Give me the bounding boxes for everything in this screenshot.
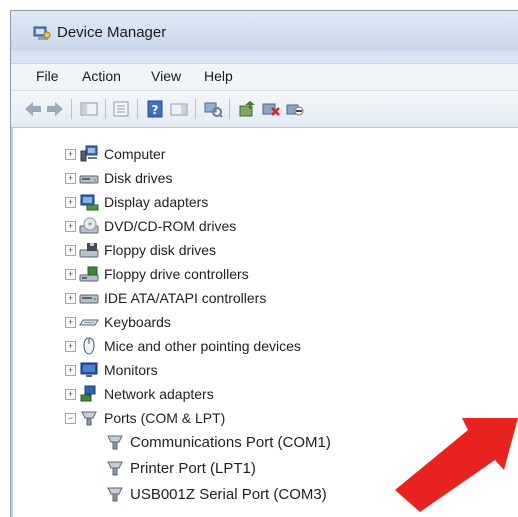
expand-toggle[interactable]: + xyxy=(65,388,76,400)
update-driver-icon[interactable] xyxy=(237,100,257,118)
tree-node-keyboards[interactable]: + Keyboards xyxy=(65,310,171,334)
title-bar[interactable]: Device Manager xyxy=(11,11,518,51)
tree-node-mice[interactable]: + Mice and other pointing devices xyxy=(65,334,301,358)
port-icon xyxy=(107,435,123,450)
tree-label: Floppy disk drives xyxy=(104,242,217,258)
window-title: Device Manager xyxy=(57,24,167,41)
device-manager-window: Device Manager File Action View Help ? +… xyxy=(10,10,518,517)
properties-icon[interactable] xyxy=(111,100,131,118)
disk-drive-icon xyxy=(79,175,99,184)
mouse-icon xyxy=(83,337,95,355)
uninstall-icon[interactable] xyxy=(261,100,281,118)
collapse-toggle[interactable]: − xyxy=(65,412,76,424)
show-hide-console-tree-icon[interactable] xyxy=(79,100,99,118)
floppy-disk-icon xyxy=(79,243,99,258)
tree-label: Communications Port (COM1) xyxy=(130,433,331,451)
help-icon[interactable]: ? xyxy=(145,100,165,118)
toolbar-separator xyxy=(105,99,106,119)
expand-toggle[interactable]: + xyxy=(65,244,76,256)
expand-toggle[interactable]: + xyxy=(65,316,76,328)
scan-hardware-icon[interactable] xyxy=(203,100,223,118)
tree-label: Ports (COM & LPT) xyxy=(104,410,226,426)
port-icon xyxy=(81,411,97,426)
tree-node-monitors[interactable]: + Monitors xyxy=(65,358,158,382)
tree-node-floppy-drive-controllers[interactable]: + Floppy drive controllers xyxy=(65,262,249,286)
tree-node-lpt1[interactable]: Printer Port (LPT1) xyxy=(105,456,256,480)
tree-node-ide-ata-atapi-controllers[interactable]: + IDE ATA/ATAPI controllers xyxy=(65,286,266,310)
tree-label: Network adapters xyxy=(104,386,214,402)
tree-label: DVD/CD-ROM drives xyxy=(104,218,237,234)
disable-icon[interactable] xyxy=(285,100,305,118)
device-manager-icon xyxy=(33,26,51,40)
tree-label: Display adapters xyxy=(104,194,209,210)
menu-action[interactable]: Action xyxy=(82,68,121,84)
computer-icon xyxy=(80,145,98,162)
expand-toggle[interactable]: + xyxy=(65,364,76,376)
tree-label: Computer xyxy=(104,146,166,162)
toolbar: ? xyxy=(11,90,518,128)
display-adapter-icon xyxy=(80,194,99,211)
device-tree: + Computer + Disk drives + Display adapt… xyxy=(11,128,518,517)
expand-toggle[interactable]: + xyxy=(65,268,76,280)
tree-node-ports[interactable]: − Ports (COM & LPT) xyxy=(65,406,225,430)
tree-label: Mice and other pointing devices xyxy=(104,338,301,354)
tree-label: Monitors xyxy=(104,362,158,378)
port-icon xyxy=(107,461,123,476)
port-icon xyxy=(107,487,123,502)
toolbar-separator xyxy=(71,99,72,119)
expand-toggle[interactable]: + xyxy=(65,292,76,304)
action-pane-icon[interactable] xyxy=(169,100,189,118)
menu-file[interactable]: File xyxy=(36,68,59,84)
menu-help[interactable]: Help xyxy=(204,68,233,84)
expand-toggle[interactable]: + xyxy=(65,220,76,232)
back-icon[interactable] xyxy=(23,100,43,118)
keyboard-icon xyxy=(79,319,99,326)
expand-toggle[interactable]: + xyxy=(65,196,76,208)
toolbar-separator xyxy=(137,99,138,119)
tree-label: Floppy drive controllers xyxy=(104,266,249,282)
floppy-controller-icon xyxy=(79,266,99,282)
expand-toggle[interactable]: + xyxy=(65,340,76,352)
menu-view[interactable]: View xyxy=(151,68,181,84)
tree-node-com1[interactable]: Communications Port (COM1) xyxy=(105,430,331,454)
tree-node-network-adapters[interactable]: + Network adapters xyxy=(65,382,214,406)
tree-label: Keyboards xyxy=(104,314,171,330)
toolbar-separator xyxy=(229,99,230,119)
tree-node-computer[interactable]: + Computer xyxy=(65,142,165,166)
tree-node-floppy-disk-drives[interactable]: + Floppy disk drives xyxy=(65,238,216,262)
tree-node-dvd-cd-rom-drives[interactable]: + DVD/CD-ROM drives xyxy=(65,214,236,238)
tree-node-disk-drives[interactable]: + Disk drives xyxy=(65,166,172,190)
toolbar-separator xyxy=(195,99,196,119)
monitor-icon xyxy=(80,362,98,377)
forward-icon[interactable] xyxy=(45,100,65,118)
ide-controller-icon xyxy=(79,294,99,304)
expand-toggle[interactable]: + xyxy=(65,172,76,184)
menu-bar: File Action View Help xyxy=(11,63,518,90)
tree-node-display-adapters[interactable]: + Display adapters xyxy=(65,190,208,214)
network-adapter-icon xyxy=(80,385,96,402)
tree-label: USB001Z Serial Port (COM3) xyxy=(130,485,327,503)
expand-toggle[interactable]: + xyxy=(65,148,76,160)
svg-text:?: ? xyxy=(152,103,159,117)
tree-label: Disk drives xyxy=(104,170,173,186)
dvd-drive-icon xyxy=(79,217,99,234)
tree-node-com3[interactable]: USB001Z Serial Port (COM3) xyxy=(105,482,327,506)
tree-label: IDE ATA/ATAPI controllers xyxy=(104,290,267,306)
tree-label: Printer Port (LPT1) xyxy=(130,459,256,477)
